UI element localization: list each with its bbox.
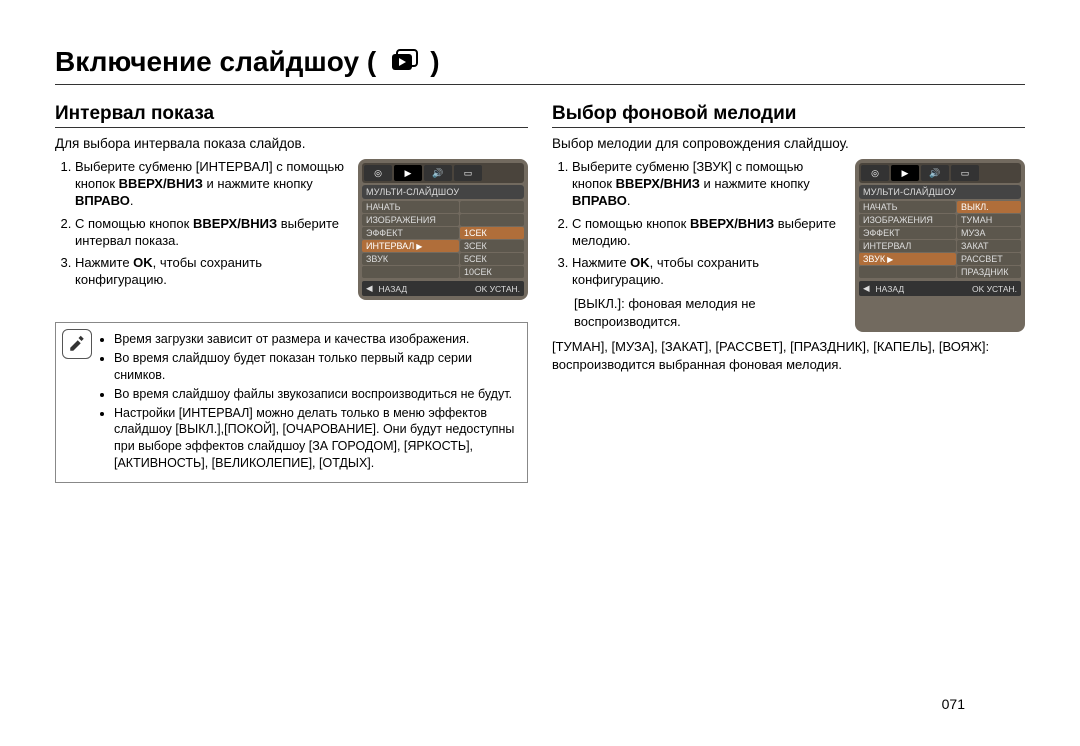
ui-cell-left: ЭФФЕКТ bbox=[859, 227, 956, 239]
page-number: 071 bbox=[942, 696, 965, 712]
section-separator bbox=[552, 127, 1025, 128]
ui-cell-left: ИНТЕРВАЛ bbox=[859, 240, 956, 252]
tab-sound-icon: 🔊 bbox=[921, 165, 949, 181]
note-item: Во время слайдшоу будет показан только п… bbox=[114, 350, 517, 384]
chevron-right-icon: ▶ bbox=[416, 242, 422, 251]
tab-sound-icon: 🔊 bbox=[424, 165, 452, 181]
camera-ui-panel: ◎ ▶ 🔊 ▭ МУЛЬТИ-СЛАЙДШОУ НАЧАТЬИЗОБРАЖЕНИ… bbox=[358, 159, 528, 300]
section-separator bbox=[55, 127, 528, 128]
ui-cell-left: ЗВУК▶ bbox=[859, 253, 956, 265]
slideshow-icon bbox=[388, 46, 420, 78]
ui-row: ЭФФЕКТМУЗА bbox=[859, 227, 1021, 239]
ui-cell-left: ИЗОБРАЖЕНИЯ bbox=[362, 214, 459, 226]
camera-ui-panel: ◎ ▶ 🔊 ▭ МУЛЬТИ-СЛАЙДШОУ НАЧАТЬВЫКЛ.ИЗОБР… bbox=[855, 159, 1025, 332]
tab-camera-icon: ◎ bbox=[364, 165, 392, 181]
extra-text-2: [ТУМАН], [МУЗА], [ЗАКАТ], [РАССВЕТ], [ПР… bbox=[552, 338, 1025, 374]
back-label: НАЗАД bbox=[876, 284, 905, 294]
title-text: Включение слайдшоу ( bbox=[55, 46, 376, 78]
ui-cell-left bbox=[362, 266, 459, 278]
step-item: С помощью кнопок ВВЕРХ/ВНИЗ выберите мел… bbox=[572, 216, 843, 250]
ui-rows: НАЧАТЬИЗОБРАЖЕНИЯЭФФЕКТ1СЕКИНТЕРВАЛ▶3СЕК… bbox=[362, 201, 524, 278]
ui-cell-left: ИЗОБРАЖЕНИЯ bbox=[859, 214, 956, 226]
ui-cell-right bbox=[460, 201, 524, 213]
ui-cell-left: НАЧАТЬ bbox=[859, 201, 956, 213]
lead-text: Выбор мелодии для сопровождения слайдшоу… bbox=[552, 136, 1025, 151]
ui-cell-right: РАССВЕТ bbox=[957, 253, 1021, 265]
steps-list: Выберите субменю [ИНТЕРВАЛ] с помощью кн… bbox=[55, 159, 346, 289]
ui-panel-header: МУЛЬТИ-СЛАЙДШОУ bbox=[362, 185, 524, 199]
extra-text: [ВЫКЛ.]: фоновая мелодия не воспроизводи… bbox=[552, 295, 843, 331]
back-label: НАЗАД bbox=[379, 284, 408, 294]
ui-row: ИНТЕРВАЛЗАКАТ bbox=[859, 240, 1021, 252]
title-close: ) bbox=[430, 46, 439, 78]
ui-cell-right bbox=[460, 214, 524, 226]
title-separator bbox=[55, 84, 1025, 85]
back-icon: ◀ bbox=[863, 283, 870, 294]
ui-row: 10СЕК bbox=[362, 266, 524, 278]
ui-row: НАЧАТЬВЫКЛ. bbox=[859, 201, 1021, 213]
ui-cell-left: ИНТЕРВАЛ▶ bbox=[362, 240, 459, 252]
tab-play-icon: ▶ bbox=[394, 165, 422, 181]
ui-tab-bar: ◎ ▶ 🔊 ▭ bbox=[362, 163, 524, 183]
ui-cell-left: ЭФФЕКТ bbox=[362, 227, 459, 239]
ui-row: ЗВУК▶РАССВЕТ bbox=[859, 253, 1021, 265]
section-heading-interval: Интервал показа bbox=[55, 103, 528, 125]
ui-panel-header: МУЛЬТИ-СЛАЙДШОУ bbox=[859, 185, 1021, 199]
ui-cell-left bbox=[859, 266, 956, 278]
ui-cell-right: ВЫКЛ. bbox=[957, 201, 1021, 213]
ui-cell-left: ЗВУК bbox=[362, 253, 459, 265]
tab-display-icon: ▭ bbox=[951, 165, 979, 181]
step-item: Выберите субменю [ИНТЕРВАЛ] с помощью кн… bbox=[75, 159, 346, 210]
ui-row: ИЗОБРАЖЕНИЯТУМАН bbox=[859, 214, 1021, 226]
step-item: С помощью кнопок ВВЕРХ/ВНИЗ выберите инт… bbox=[75, 216, 346, 250]
ui-row: НАЧАТЬ bbox=[362, 201, 524, 213]
chevron-right-icon: ▶ bbox=[887, 255, 893, 264]
tab-camera-icon: ◎ bbox=[861, 165, 889, 181]
ui-cell-right: 10СЕК bbox=[460, 266, 524, 278]
ui-row: ПРАЗДНИК bbox=[859, 266, 1021, 278]
step-item: Выберите субменю [ЗВУК] с помощью кнопок… bbox=[572, 159, 843, 210]
notes-box: Время загрузки зависит от размера и каче… bbox=[55, 322, 528, 483]
ui-cell-right: ЗАКАТ bbox=[957, 240, 1021, 252]
ui-cell-right: МУЗА bbox=[957, 227, 1021, 239]
ok-label: OK УСТАН. bbox=[972, 284, 1017, 294]
ui-footer: ◀ НАЗАД OK УСТАН. bbox=[362, 281, 524, 296]
pencil-icon bbox=[62, 329, 92, 359]
ui-cell-right: 5СЕК bbox=[460, 253, 524, 265]
ok-label: OK УСТАН. bbox=[475, 284, 520, 294]
ui-cell-right: 3СЕК bbox=[460, 240, 524, 252]
note-item: Настройки [ИНТЕРВАЛ] можно делать только… bbox=[114, 405, 517, 473]
ui-cell-right: ТУМАН bbox=[957, 214, 1021, 226]
page-title: Включение слайдшоу ( ) bbox=[55, 46, 1025, 78]
ui-row: ИЗОБРАЖЕНИЯ bbox=[362, 214, 524, 226]
step-item: Нажмите OK, чтобы сохранить конфигурацию… bbox=[572, 255, 843, 289]
ui-row: ЗВУК5СЕК bbox=[362, 253, 524, 265]
ui-cell-left: НАЧАТЬ bbox=[362, 201, 459, 213]
ui-cell-right: ПРАЗДНИК bbox=[957, 266, 1021, 278]
note-item: Время загрузки зависит от размера и каче… bbox=[114, 331, 517, 348]
tab-display-icon: ▭ bbox=[454, 165, 482, 181]
notes-list: Время загрузки зависит от размера и каче… bbox=[100, 331, 517, 472]
steps-list: Выберите субменю [ЗВУК] с помощью кнопок… bbox=[552, 159, 843, 289]
ui-footer: ◀ НАЗАД OK УСТАН. bbox=[859, 281, 1021, 296]
ui-rows: НАЧАТЬВЫКЛ.ИЗОБРАЖЕНИЯТУМАНЭФФЕКТМУЗАИНТ… bbox=[859, 201, 1021, 278]
section-heading-melody: Выбор фоновой мелодии bbox=[552, 103, 1025, 125]
ui-row: ЭФФЕКТ1СЕК bbox=[362, 227, 524, 239]
tab-play-icon: ▶ bbox=[891, 165, 919, 181]
back-icon: ◀ bbox=[366, 283, 373, 294]
note-item: Во время слайдшоу файлы звукозаписи восп… bbox=[114, 386, 517, 403]
ui-row: ИНТЕРВАЛ▶3СЕК bbox=[362, 240, 524, 252]
ui-cell-right: 1СЕК bbox=[460, 227, 524, 239]
step-item: Нажмите OK, чтобы сохранить конфигурацию… bbox=[75, 255, 346, 289]
ui-tab-bar: ◎ ▶ 🔊 ▭ bbox=[859, 163, 1021, 183]
lead-text: Для выбора интервала показа слайдов. bbox=[55, 136, 528, 151]
